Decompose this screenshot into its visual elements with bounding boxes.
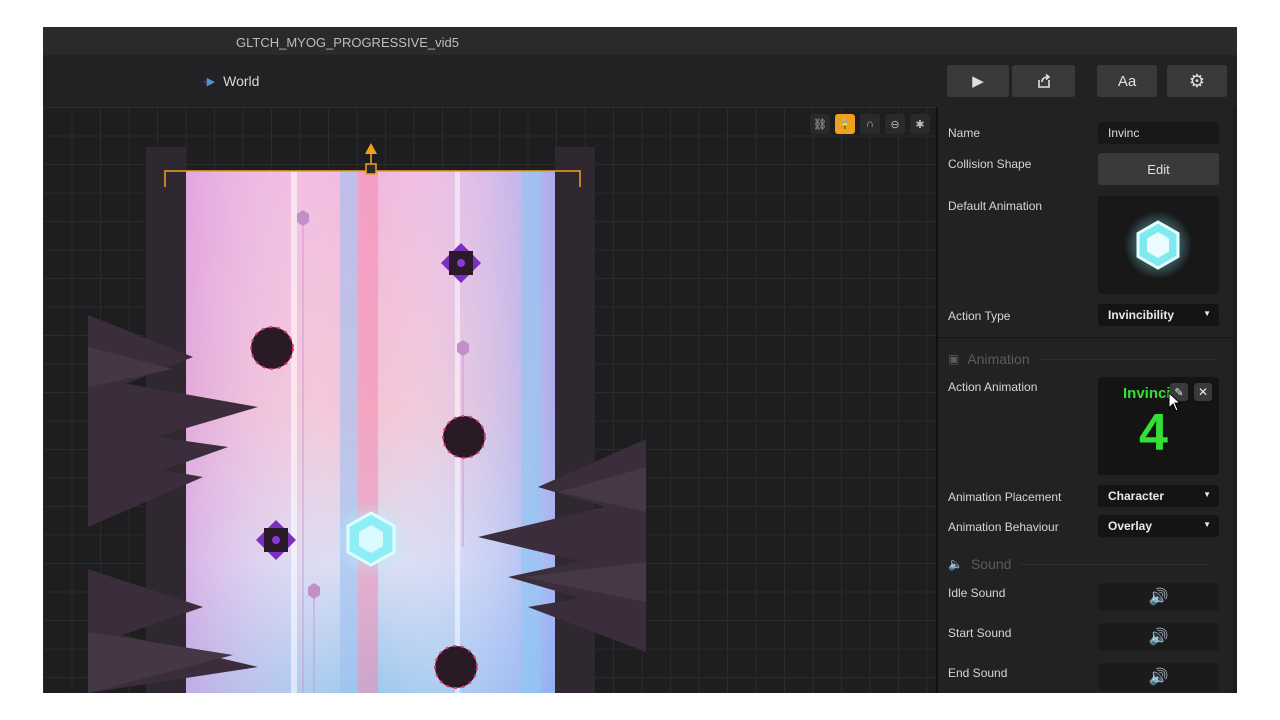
scene-view[interactable] — [43, 107, 936, 693]
breadcrumb-world[interactable]: World — [223, 73, 259, 89]
animation-placement-select[interactable]: Character ▼ — [1098, 485, 1219, 507]
window-title: GLTCH_MYOG_PROGRESSIVE_vid5 — [236, 35, 459, 50]
group-icon: ⛓ — [813, 118, 827, 131]
edit-collision-button[interactable]: Edit — [1098, 153, 1219, 185]
spike-ball[interactable] — [442, 415, 486, 459]
export-button[interactable] — [1012, 65, 1075, 97]
editor-window: GLTCH_MYOG_PROGRESSIVE_vid5 ·▶ World ▶ A… — [43, 27, 1237, 693]
group-tool-button[interactable]: ⛓ — [810, 114, 830, 134]
animation-placement-label: Animation Placement — [948, 490, 1062, 504]
invincibility-hex[interactable] — [333, 501, 409, 577]
lock-icon: 🔒 — [838, 118, 852, 131]
export-icon — [1037, 73, 1050, 88]
end-sound-picker[interactable]: 🔊 — [1098, 663, 1219, 691]
breadcrumb[interactable]: ·▶ World — [203, 73, 259, 89]
toolbar: ·▶ World ▶ Aa ⚙ — [43, 55, 1237, 109]
breadcrumb-arrow-icon: ·▶ — [203, 75, 216, 88]
settings-button[interactable]: ⚙ — [1167, 65, 1227, 97]
collision-shape-label: Collision Shape — [948, 157, 1032, 171]
action-animation-preview[interactable]: Invinci 4 ✎ ✕ — [1098, 377, 1219, 475]
start-sound-picker[interactable]: 🔊 — [1098, 623, 1219, 651]
name-input[interactable]: Invinc — [1098, 122, 1219, 144]
font-button[interactable]: Aa — [1097, 65, 1157, 97]
mouse-cursor-icon — [1168, 392, 1182, 412]
name-label: Name — [948, 126, 981, 140]
chevron-down-icon: ▼ — [1203, 520, 1211, 529]
animation-section-header: ▣ Animation — [948, 351, 1218, 367]
lock-tool-button[interactable]: 🔒 — [835, 114, 855, 134]
chevron-down-icon: ▼ — [1203, 309, 1211, 318]
speaker-icon: 🔈 — [948, 557, 963, 571]
animation-behaviour-select[interactable]: Overlay ▼ — [1098, 515, 1219, 537]
title-bar: GLTCH_MYOG_PROGRESSIVE_vid5 — [43, 27, 1237, 55]
animation-behaviour-label: Animation Behaviour — [948, 520, 1059, 534]
divider — [938, 337, 1237, 338]
bug-icon: ✱ — [915, 118, 925, 131]
chevron-down-icon: ▼ — [1203, 490, 1211, 499]
action-type-select[interactable]: Invincibility ▼ — [1098, 304, 1219, 326]
start-sound-label: Start Sound — [948, 626, 1012, 640]
magnet-icon: ∩ — [866, 118, 874, 130]
idle-sound-label: Idle Sound — [948, 586, 1006, 600]
spike-ball[interactable] — [250, 326, 294, 370]
speaker-icon: 🔊 — [1148, 629, 1169, 646]
font-label: Aa — [1117, 72, 1137, 90]
scene-canvas[interactable]: ⛓ 🔒 ∩ ⊖ ✱ — [43, 107, 936, 693]
action-type-label: Action Type — [948, 309, 1011, 323]
sound-section-header: 🔈 Sound — [948, 556, 1210, 572]
end-sound-label: End Sound — [948, 666, 1008, 680]
speaker-icon: 🔊 — [1148, 669, 1169, 686]
play-icon: ▶ — [972, 73, 984, 90]
properties-panel: Name Invinc Collision Shape Edit Default… — [936, 107, 1237, 693]
spike-ball[interactable] — [434, 645, 478, 689]
play-button[interactable]: ▶ — [947, 65, 1009, 97]
idle-sound-picker[interactable]: 🔊 — [1098, 583, 1219, 611]
link-tool-button[interactable]: ⊖ — [885, 114, 905, 134]
panel-scrollbar[interactable] — [1233, 107, 1237, 693]
link-icon: ⊖ — [890, 118, 900, 131]
action-animation-label: Action Animation — [948, 380, 1038, 394]
preview-text: Invinci — [1123, 385, 1171, 402]
remove-animation-button[interactable]: ✕ — [1194, 383, 1212, 401]
image-icon: ▣ — [948, 352, 960, 366]
default-animation-label: Default Animation — [948, 199, 1043, 213]
speaker-icon: 🔊 — [1148, 589, 1169, 606]
hexagon-icon — [1124, 211, 1192, 279]
magnet-tool-button[interactable]: ∩ — [860, 114, 880, 134]
close-icon: ✕ — [1197, 385, 1209, 399]
preview-number: 4 — [1139, 404, 1168, 462]
default-animation-preview[interactable] — [1098, 196, 1219, 294]
debug-tool-button[interactable]: ✱ — [910, 114, 930, 134]
gear-icon: ⚙ — [1188, 70, 1206, 91]
